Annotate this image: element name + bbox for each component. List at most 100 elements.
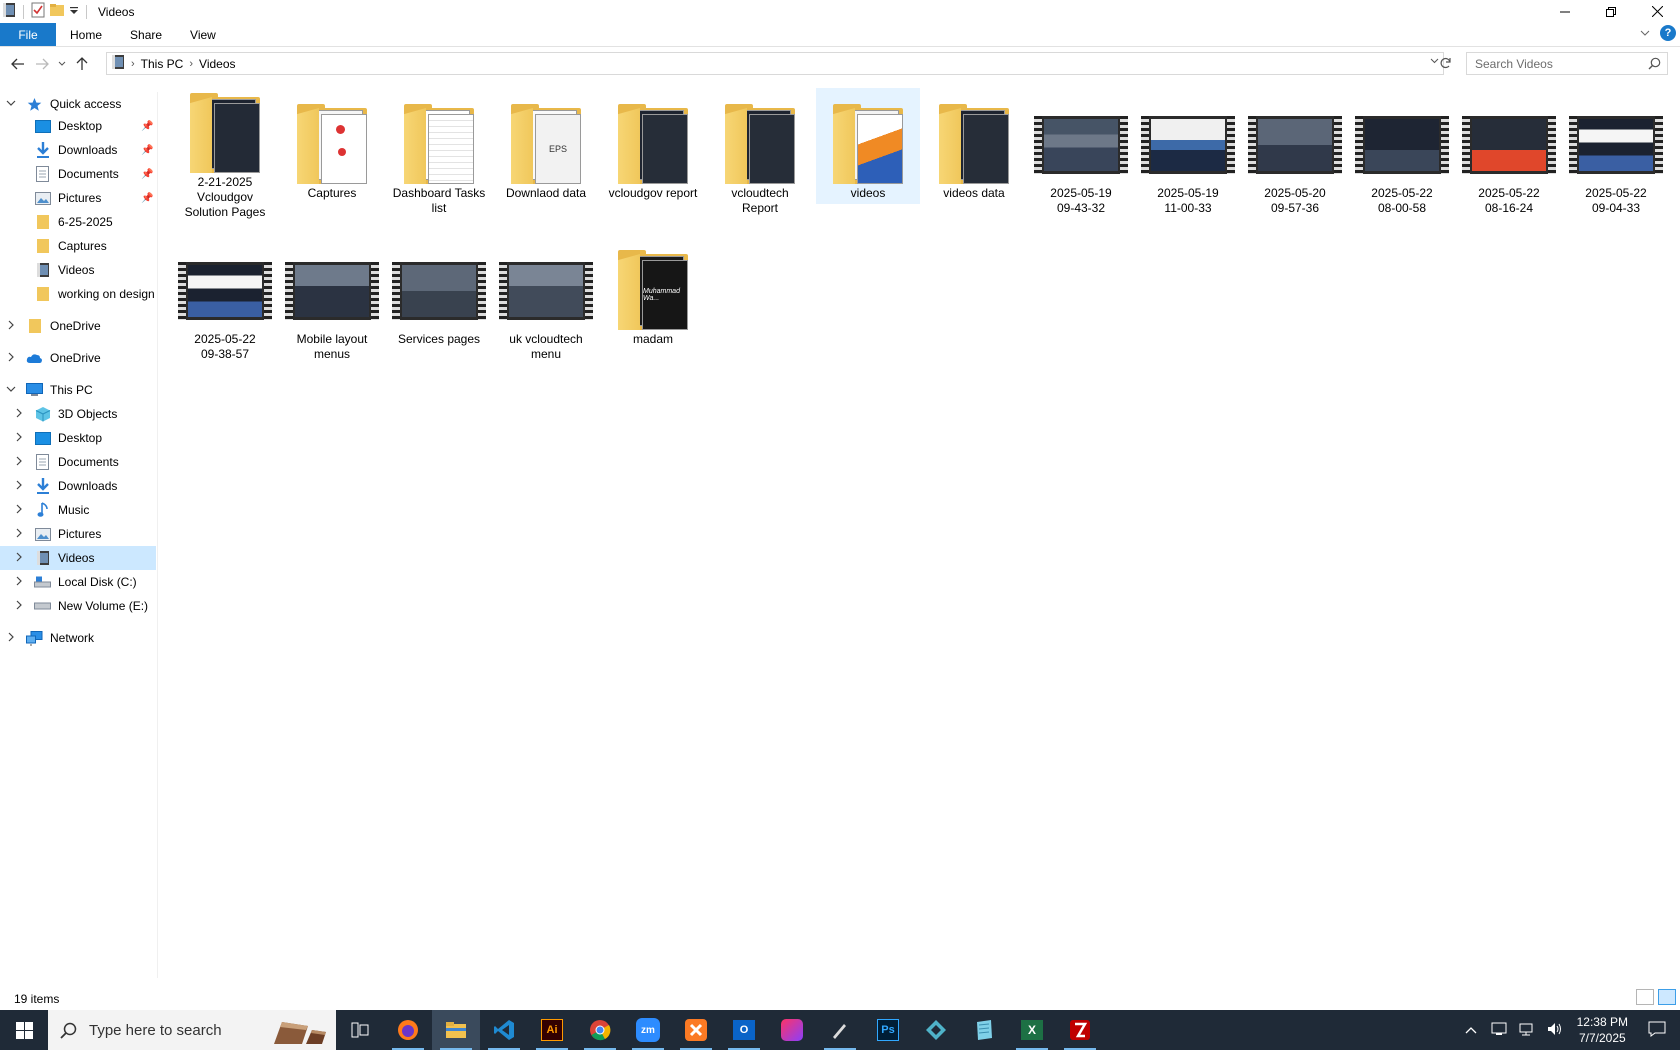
expand-chevron-icon[interactable] [12, 552, 26, 565]
taskbar-xampp[interactable] [672, 1010, 720, 1050]
sidebar-item-captures[interactable]: Captures [0, 234, 156, 258]
tab-share[interactable]: Share [116, 23, 176, 46]
volume-icon[interactable] [1547, 1022, 1563, 1039]
sidebar-item-pc-downloads[interactable]: Downloads [0, 474, 156, 498]
details-view-button[interactable] [1636, 989, 1654, 1005]
address-bar[interactable]: › This PC › Videos [106, 52, 1444, 75]
new-folder-icon[interactable] [49, 3, 65, 20]
search-input[interactable]: Search Videos [1475, 57, 1553, 71]
help-icon[interactable]: ? [1660, 25, 1676, 41]
sidebar-item-quick-access[interactable]: Quick access [0, 92, 156, 116]
taskbar-outlook[interactable]: O [720, 1010, 768, 1050]
collapse-chevron-icon[interactable] [4, 99, 18, 110]
taskbar-filezilla[interactable] [1056, 1010, 1104, 1050]
taskbar-zoom[interactable]: zm [624, 1010, 672, 1050]
sidebar-item-working-on-design[interactable]: working on design [0, 282, 156, 306]
expand-chevron-icon[interactable] [12, 456, 26, 469]
clock[interactable]: 12:38 PM 7/7/2025 [1577, 1014, 1628, 1046]
properties-icon[interactable] [31, 2, 45, 21]
sidebar-item-videos-quick[interactable]: Videos [0, 258, 156, 282]
tab-file[interactable]: File [0, 23, 56, 46]
task-view-button[interactable] [336, 1010, 384, 1050]
folder-item[interactable]: Captures [285, 88, 379, 220]
sidebar-item-6-25-2025[interactable]: 6-25-2025 [0, 210, 156, 234]
sidebar-item-this-pc[interactable]: This PC [0, 378, 156, 402]
video-item[interactable]: Mobile layout menus [285, 234, 379, 366]
expand-chevron-icon[interactable] [12, 576, 26, 589]
sidebar-item-desktop[interactable]: Desktop 📌 [0, 114, 156, 138]
search-box[interactable]: Search Videos [1466, 52, 1668, 75]
expand-chevron-icon[interactable] [12, 528, 26, 541]
taskbar-file-explorer[interactable] [432, 1010, 480, 1050]
sidebar-item-pc-pictures[interactable]: Pictures [0, 522, 156, 546]
sidebar-item-new-volume-e[interactable]: New Volume (E:) [0, 594, 156, 618]
video-item[interactable]: 2025-05-22 08-00-58 [1355, 88, 1449, 220]
expand-chevron-icon[interactable] [4, 352, 18, 365]
taskbar-illustrator[interactable]: Ai [528, 1010, 576, 1050]
sidebar-item-downloads[interactable]: Downloads 📌 [0, 138, 156, 162]
taskbar-chrome[interactable] [576, 1010, 624, 1050]
taskbar-search-box[interactable]: Type here to search [48, 1010, 336, 1050]
expand-chevron-icon[interactable] [12, 504, 26, 517]
large-icons-view-button[interactable] [1658, 989, 1676, 1005]
back-button[interactable] [6, 52, 30, 76]
folder-item-selected[interactable]: videos [816, 88, 920, 204]
sidebar-item-onedrive-personal[interactable]: OneDrive [0, 314, 156, 338]
sidebar-item-local-disk-c[interactable]: Local Disk (C:) [0, 570, 156, 594]
folder-item[interactable]: vcloudtech Report [713, 88, 807, 220]
video-item[interactable]: 2025-05-20 09-57-36 [1248, 88, 1342, 220]
taskbar-excel[interactable]: X [1008, 1010, 1056, 1050]
breadcrumb-separator-icon[interactable]: › [131, 58, 135, 70]
taskbar-notepad-app[interactable] [960, 1010, 1008, 1050]
recent-locations-button[interactable] [54, 52, 70, 76]
video-item[interactable]: 2025-05-22 09-04-33 [1569, 88, 1663, 220]
collapse-chevron-icon[interactable] [4, 385, 18, 396]
sidebar-item-network[interactable]: Network [0, 626, 156, 650]
sidebar-item-documents[interactable]: Documents 📌 [0, 162, 156, 186]
search-icon[interactable] [1648, 57, 1661, 73]
folder-item[interactable]: vcloudgov report [606, 88, 700, 220]
taskbar-creative-cloud[interactable] [768, 1010, 816, 1050]
forward-button[interactable] [30, 52, 54, 76]
video-item[interactable]: Services pages [392, 234, 486, 366]
restore-button[interactable] [1588, 0, 1634, 23]
sidebar-item-onedrive-cloud[interactable]: OneDrive [0, 346, 156, 370]
taskbar-vscode[interactable] [480, 1010, 528, 1050]
security-icon[interactable] [1491, 1022, 1507, 1039]
folder-item[interactable]: videos data [927, 88, 1021, 220]
network-status-icon[interactable] [1519, 1022, 1535, 1039]
chevron-up-icon[interactable] [1465, 1023, 1477, 1037]
minimize-button[interactable] [1542, 0, 1588, 23]
customize-qat-dropdown-icon[interactable] [69, 5, 79, 19]
folder-item[interactable]: Dashboard Tasks list [392, 88, 486, 220]
taskbar-search-input[interactable]: Type here to search [89, 1022, 222, 1039]
taskbar-photoshop[interactable]: Ps [864, 1010, 912, 1050]
folder-item[interactable]: EPS Downlaod data [499, 88, 593, 220]
tab-home[interactable]: Home [56, 23, 116, 46]
start-button[interactable] [0, 1010, 48, 1050]
breadcrumb-videos[interactable]: Videos [199, 57, 235, 71]
tab-view[interactable]: View [176, 23, 230, 46]
sidebar-item-3d-objects[interactable]: 3D Objects [0, 402, 156, 426]
breadcrumb-separator-icon[interactable]: › [189, 58, 193, 70]
video-item[interactable]: 2025-05-19 09-43-32 [1034, 88, 1128, 220]
video-item[interactable]: 2025-05-22 09-38-57 [178, 234, 272, 366]
sidebar-item-pc-documents[interactable]: Documents [0, 450, 156, 474]
taskbar-pen-tool[interactable] [816, 1010, 864, 1050]
sidebar-item-pc-videos[interactable]: Videos [0, 546, 156, 570]
taskbar-app-cube[interactable] [912, 1010, 960, 1050]
close-button[interactable] [1634, 0, 1680, 23]
folder-item[interactable]: 2-21-2025 Vcloudgov Solution Pages [178, 88, 272, 220]
notification-center-icon[interactable] [1648, 1021, 1666, 1040]
video-item[interactable]: uk vcloudtech menu [499, 234, 593, 366]
video-item[interactable]: 2025-05-22 08-16-24 [1462, 88, 1556, 220]
sidebar-item-pc-desktop[interactable]: Desktop [0, 426, 156, 450]
expand-chevron-icon[interactable] [12, 408, 26, 421]
expand-chevron-icon[interactable] [4, 320, 18, 333]
sidebar-item-pictures[interactable]: Pictures 📌 [0, 186, 156, 210]
up-button[interactable] [70, 52, 94, 76]
expand-ribbon-icon[interactable] [1640, 26, 1650, 40]
expand-chevron-icon[interactable] [12, 480, 26, 493]
expand-chevron-icon[interactable] [4, 632, 18, 645]
refresh-button[interactable] [1436, 53, 1456, 73]
